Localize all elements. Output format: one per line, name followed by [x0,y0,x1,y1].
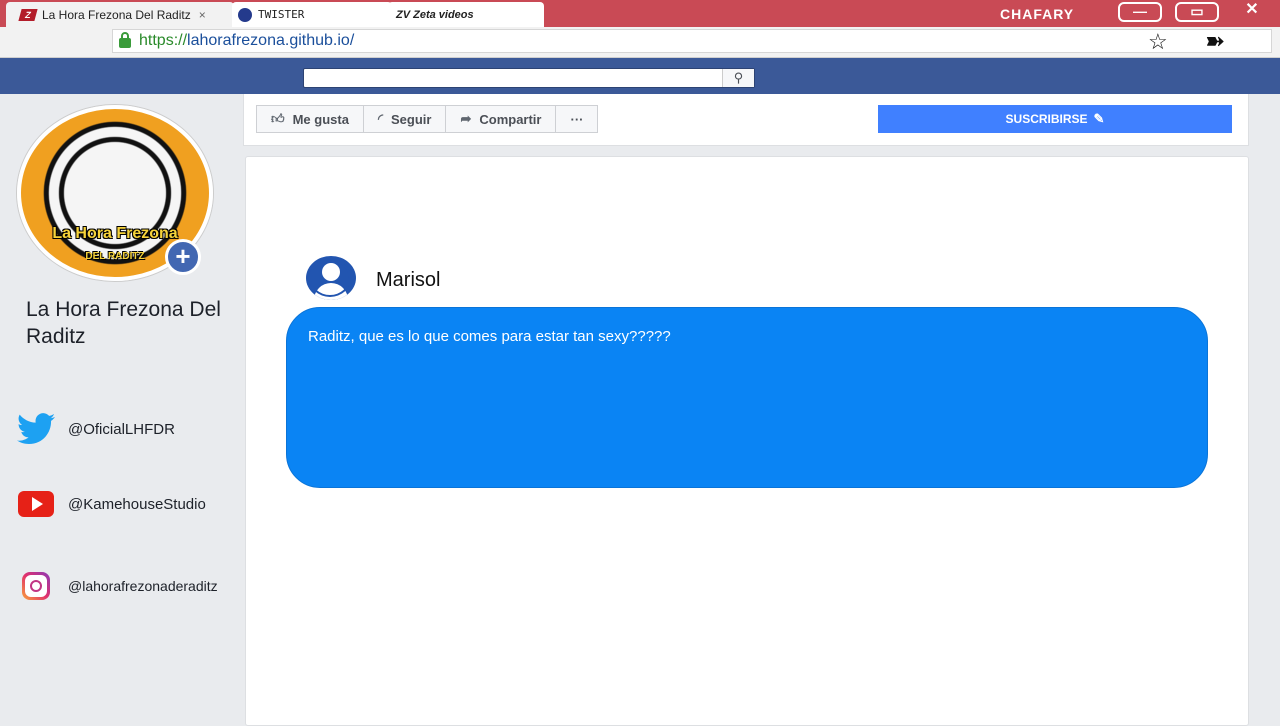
browser-tab-bar: Z La Hora Frezona Del Raditz × TWISTER Z… [0,0,1280,27]
message-text: Raditz, que es lo que comes para estar t… [308,328,671,345]
instagram-handle: @lahorafrezonaderaditz [68,578,218,594]
extension-icon[interactable]: ➽ [1205,27,1225,56]
more-options-button[interactable]: ··· [555,105,599,133]
avatar-logo-text: La Hora Frezona [52,225,178,242]
more-label: ··· [570,111,584,127]
minimize-button[interactable]: — [1118,2,1162,22]
tab-title: TWISTER [258,8,305,21]
social-instagram[interactable]: @lahorafrezonaderaditz [16,570,218,602]
close-window-button[interactable]: ✕ [1230,2,1274,22]
post-author[interactable]: Marisol [376,269,440,292]
youtube-icon [16,488,56,520]
share-label: Compartir [479,111,542,127]
star-icon[interactable]: ☆ [1148,29,1168,55]
profile-picture[interactable]: La Hora Frezona DEL RADITZ + [17,105,215,283]
browser-profile-name[interactable]: CHAFARY [1000,6,1074,22]
user-avatar-icon[interactable] [306,256,356,300]
search-input[interactable]: ⚲ [303,68,755,88]
tab-la-hora-frezona[interactable]: Z La Hora Frezona Del Raditz × [6,2,234,27]
share-arrow-icon: ➦ [460,111,472,126]
tab-twister[interactable]: TWISTER [232,2,392,27]
follow-button[interactable]: ◜ Seguir [362,105,447,133]
twitter-handle: @OficialLHFDR [68,420,175,438]
url-input[interactable]: https:// lahorafrezona.github.io/ [112,29,1272,53]
like-label: Me gusta [292,111,349,127]
url-scheme: https:// [139,32,188,49]
twitter-icon [16,413,56,445]
url-host: lahorafrezona.github.io/ [187,32,355,49]
tab-zeta-videos[interactable]: ZV Zeta videos [388,2,544,27]
follow-label: Seguir [390,111,432,127]
tab-title: La Hora Frezona Del Raditz [42,7,191,22]
rss-icon: ◜ [377,111,383,126]
instagram-icon [16,570,56,602]
facebook-header: ⚲ [0,58,1280,94]
social-twitter[interactable]: @OficialLHFDR [16,413,175,445]
thumbs-up-icon: 👍︎ [271,111,285,126]
tab-title: ZV Zeta videos [396,8,474,21]
address-bar: https:// lahorafrezona.github.io/ ☆ ➽ [0,27,1280,58]
lock-icon [119,32,131,48]
like-button[interactable]: 👍︎ Me gusta [256,105,364,133]
youtube-handle: @KamehouseStudio [68,495,206,513]
add-photo-button[interactable]: + [165,239,201,275]
subscribe-button[interactable]: SUSCRIBIRSE ✎ [878,105,1232,133]
avatar-logo-subtext: DEL RADITZ [85,251,145,262]
share-button[interactable]: ➦ Compartir [445,105,557,133]
page-title: La Hora Frezona Del Raditz [26,298,221,348]
social-youtube[interactable]: @KamehouseStudio [16,488,206,520]
pencil-icon: ✎ [1093,111,1105,126]
maximize-button[interactable]: ▭ [1175,2,1219,22]
page-actions-bar: 👍︎ Me gusta ◜ Seguir ➦ Compartir ··· SUS… [243,94,1249,146]
twister-favicon-icon [238,7,252,22]
site-favicon-icon: Z [18,8,38,21]
search-icon[interactable]: ⚲ [722,69,754,87]
subscribe-label: SUSCRIBIRSE [1005,112,1088,126]
tab-close-icon[interactable]: × [199,8,206,22]
